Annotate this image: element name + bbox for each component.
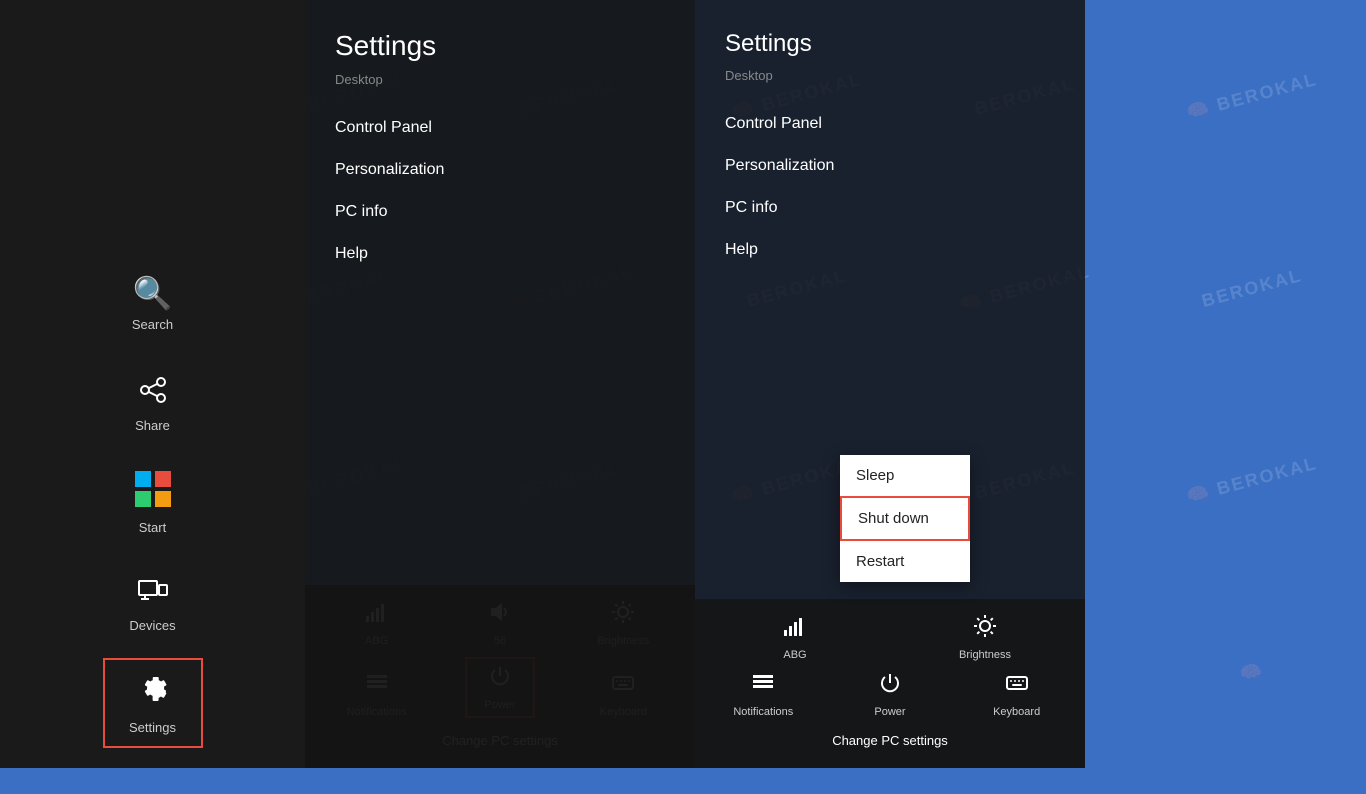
sleep-button[interactable]: Sleep xyxy=(840,455,970,496)
right-power-label: Power xyxy=(874,706,905,718)
right-brightness-item[interactable]: Brightness xyxy=(950,614,1020,661)
right-settings-title: Settings xyxy=(695,0,1085,63)
devices-icon xyxy=(137,573,169,613)
right-notifications-label: Notifications xyxy=(733,706,793,718)
left-menu-pc-info[interactable]: PC info xyxy=(305,191,695,233)
right-menu-control-panel[interactable]: Control Panel xyxy=(695,103,1085,145)
brightness-icon-right xyxy=(973,614,997,645)
sidebar-item-search[interactable]: 🔍 Search xyxy=(103,258,203,348)
settings-icon xyxy=(135,671,171,715)
left-menu-personalization[interactable]: Personalization xyxy=(305,149,695,191)
right-network-label: ABG xyxy=(783,649,806,661)
search-icon: 🔍 xyxy=(133,274,173,312)
sidebar-item-start-label: Start xyxy=(139,520,166,535)
left-settings-title: Settings xyxy=(305,0,695,67)
power-icon-right xyxy=(878,671,902,702)
charms-sidebar: 🔍 Search Share xyxy=(0,0,305,768)
right-keyboard-item[interactable]: Keyboard xyxy=(982,671,1052,718)
right-bottom-row1: ABG Brightness xyxy=(700,614,1080,661)
left-settings-subtitle: Desktop xyxy=(305,67,695,107)
watermark-6: 🧠 BEROKAL xyxy=(1117,0,1366,218)
keyboard-icon-right xyxy=(1005,671,1029,702)
sidebar-item-devices[interactable]: Devices xyxy=(103,558,203,648)
right-bottom-row2: Notifications Power xyxy=(700,671,1080,718)
right-change-pc-settings[interactable]: Change PC settings xyxy=(700,728,1080,753)
sidebar-item-share-label: Share xyxy=(135,418,170,433)
right-bottom-icons-area: ABG Brightness xyxy=(695,599,1085,768)
sidebar-items-container: 🔍 Search Share xyxy=(0,258,305,748)
power-popup-menu: Sleep Shut down Restart xyxy=(840,455,970,582)
network-icon-right xyxy=(783,614,807,645)
start-icon xyxy=(135,471,171,515)
right-brightness-label: Brightness xyxy=(959,649,1011,661)
sidebar-item-start[interactable]: Start xyxy=(103,458,203,548)
sidebar-item-share[interactable]: Share xyxy=(103,358,203,448)
right-menu-pc-info[interactable]: PC info xyxy=(695,187,1085,229)
right-keyboard-label: Keyboard xyxy=(993,706,1040,718)
right-menu-personalization[interactable]: Personalization xyxy=(695,145,1085,187)
right-menu-help[interactable]: Help xyxy=(695,229,1085,271)
watermark-12: BEROKAL xyxy=(1117,166,1366,410)
watermark-18: 🧠 BEROKAL xyxy=(1117,358,1366,602)
right-settings-subtitle: Desktop xyxy=(695,63,1085,103)
notifications-icon-right xyxy=(751,671,775,702)
share-icon xyxy=(137,374,169,413)
sidebar-item-settings-label: Settings xyxy=(129,720,176,735)
shutdown-button[interactable]: Shut down xyxy=(840,496,970,541)
left-settings-panel: Settings Desktop Control Panel Personali… xyxy=(305,0,695,768)
sidebar-item-devices-label: Devices xyxy=(129,618,175,633)
left-menu-help[interactable]: Help xyxy=(305,233,695,275)
restart-button[interactable]: Restart xyxy=(840,541,970,582)
sidebar-item-settings[interactable]: Settings xyxy=(103,658,203,748)
sidebar-item-search-label: Search xyxy=(132,317,173,332)
watermark-24: 🧠 xyxy=(1117,550,1366,794)
right-network-item[interactable]: ABG xyxy=(760,614,830,661)
right-power-item[interactable]: Power xyxy=(855,671,925,718)
right-notifications-item[interactable]: Notifications xyxy=(728,671,798,718)
left-menu-control-panel[interactable]: Control Panel xyxy=(305,107,695,149)
